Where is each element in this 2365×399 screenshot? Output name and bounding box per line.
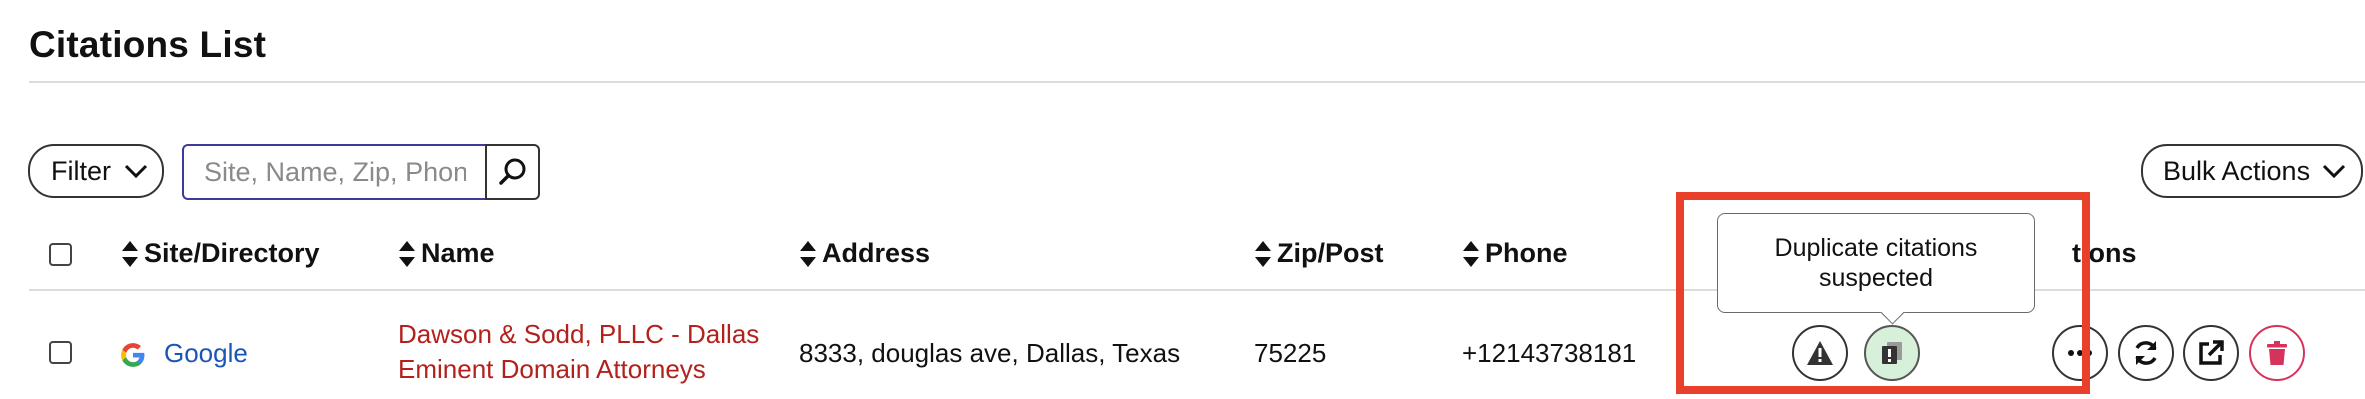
column-header-address-label: Address [822, 238, 931, 268]
external-link-icon [2199, 340, 2224, 365]
column-header-zip[interactable]: Zip/Post [1254, 238, 1384, 269]
page-title: Citations List [29, 24, 267, 65]
delete-button[interactable] [2249, 325, 2305, 381]
column-header-zip-label: Zip/Post [1277, 238, 1384, 268]
column-header-name[interactable]: Name [398, 238, 495, 269]
refresh-button[interactable] [2118, 325, 2174, 381]
refresh-icon [2135, 341, 2157, 365]
bulk-actions-label: Bulk Actions [2163, 155, 2311, 186]
open-external-button[interactable] [2183, 325, 2239, 381]
search-icon [498, 158, 525, 185]
sort-icon [1255, 240, 1271, 267]
search-input[interactable] [182, 144, 486, 200]
row-checkbox[interactable] [49, 341, 72, 364]
column-header-site-label: Site/Directory [144, 238, 320, 268]
citation-name-line1: Dawson & Sodd, PLLC - Dallas [398, 319, 760, 349]
highlight-box [1676, 192, 2090, 394]
citation-name-line2: Eminent Domain Attorneys [398, 354, 706, 384]
sort-icon [122, 240, 138, 267]
chevron-down-icon [2323, 164, 2346, 179]
column-header-site[interactable]: Site/Directory [121, 238, 320, 269]
column-header-phone[interactable]: Phone [1462, 238, 1568, 269]
site-link[interactable]: Google [164, 338, 248, 369]
google-g-icon [121, 343, 145, 367]
chevron-down-icon [124, 164, 148, 179]
address-cell: 8333, douglas ave, Dallas, Texas [799, 338, 1181, 368]
sort-icon [1463, 240, 1479, 267]
trash-icon [2267, 341, 2287, 365]
column-header-phone-label: Phone [1485, 238, 1568, 268]
sort-icon [399, 240, 415, 267]
zip-cell: 75225 [1254, 338, 1327, 368]
search-button[interactable] [485, 144, 540, 200]
phone-cell: +12143738181 [1462, 338, 1637, 368]
filter-label: Filter [51, 155, 111, 186]
citation-name-link[interactable]: Dawson & Sodd, PLLC - Dallas Eminent Dom… [398, 317, 759, 387]
filter-button[interactable]: Filter [28, 144, 164, 198]
title-divider [29, 81, 2365, 83]
column-header-address[interactable]: Address [799, 238, 930, 269]
sort-icon [800, 240, 816, 267]
column-header-name-label: Name [421, 238, 495, 268]
select-all-checkbox[interactable] [49, 243, 72, 266]
bulk-actions-button[interactable]: Bulk Actions [2141, 144, 2363, 198]
